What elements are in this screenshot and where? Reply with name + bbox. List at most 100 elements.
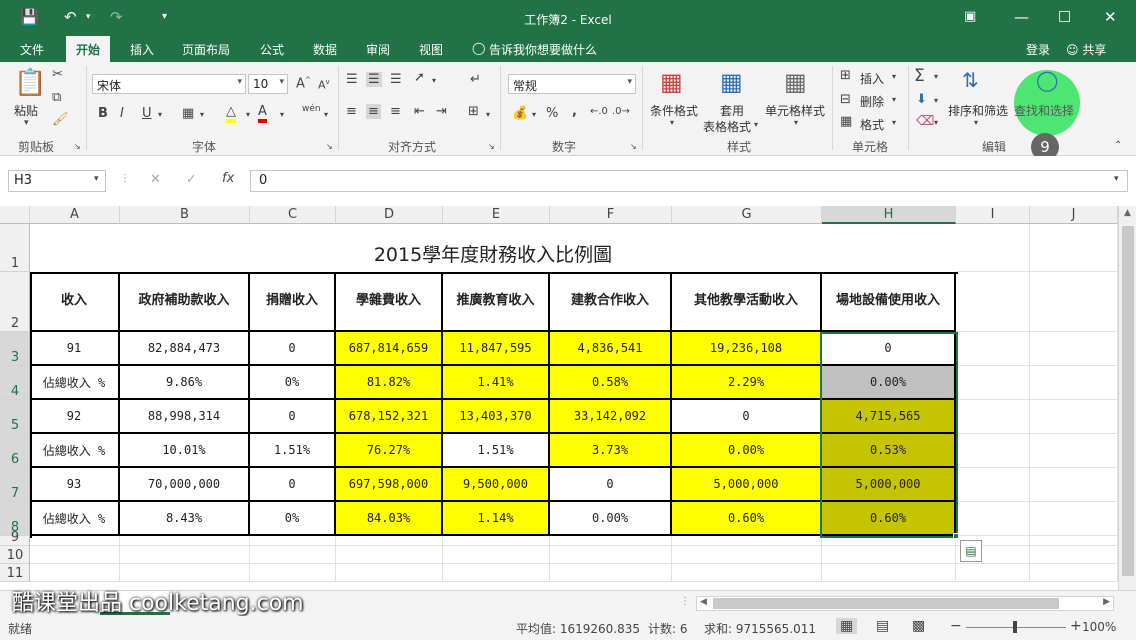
row-header-11[interactable]: 11 (0, 564, 30, 582)
format-cells-button[interactable]: 格式 (860, 116, 884, 133)
table-cell[interactable]: 0 (672, 400, 822, 434)
row-header-10[interactable]: 10 (0, 546, 30, 564)
row-header-1[interactable]: 1 (0, 224, 30, 272)
column-header-f[interactable]: F (550, 206, 672, 224)
grid-cell[interactable] (1030, 332, 1118, 366)
table-cell[interactable]: 1.51% (443, 434, 550, 468)
insert-cells-icon[interactable]: ⊞ (840, 68, 851, 83)
increase-indent-icon[interactable]: ⇥ (436, 104, 447, 119)
ribbon-display-icon[interactable]: ▣ (964, 9, 976, 24)
autosum-icon[interactable]: Σ (914, 66, 925, 86)
table-cell[interactable]: 91 (30, 332, 120, 366)
table-cell[interactable]: 82,884,473 (120, 332, 250, 366)
grid-cell[interactable] (956, 400, 1030, 434)
table-cell[interactable]: 0.60% (672, 502, 822, 536)
table-header-cell[interactable]: 捐贈收入 (250, 272, 336, 332)
table-cell[interactable]: 佔總收入 % (30, 366, 120, 400)
align-right-icon[interactable]: ≡ (390, 104, 401, 119)
format-cells-icon[interactable]: ▦ (840, 114, 852, 129)
table-cell[interactable]: 93 (30, 468, 120, 502)
vertical-scrollbar[interactable]: ▲ (1118, 206, 1136, 590)
table-cell[interactable]: 0 (250, 332, 336, 366)
grid-cell[interactable] (250, 564, 336, 582)
grid-cell[interactable] (956, 366, 1030, 400)
quick-analysis-icon[interactable]: ▤ (960, 540, 982, 562)
fill-dropdown-icon[interactable]: ▾ (246, 110, 250, 119)
grid-cell[interactable] (550, 564, 672, 582)
grid-cell[interactable] (443, 564, 550, 582)
grid-cell[interactable] (956, 564, 1030, 582)
close-icon[interactable]: ✕ (1104, 8, 1117, 26)
alignment-launcher-icon[interactable]: ↘ (488, 142, 495, 151)
column-header-a[interactable]: A (30, 206, 120, 224)
sort-filter-icon[interactable]: ⇅ (962, 68, 979, 92)
grid-cell[interactable] (956, 502, 1030, 536)
table-cell[interactable]: 84.03% (336, 502, 443, 536)
cell-style-dropdown-icon[interactable]: ▾ (794, 118, 798, 127)
cond-format-dropdown-icon[interactable]: ▾ (670, 118, 674, 127)
bold-button[interactable]: B (98, 106, 108, 121)
table-cell[interactable]: 19,236,108 (672, 332, 822, 366)
namebox-dropdown-icon[interactable]: ▾ (94, 174, 99, 184)
table-cell[interactable]: 92 (30, 400, 120, 434)
table-cell[interactable]: 70,000,000 (120, 468, 250, 502)
row-header-2[interactable]: 2 (0, 272, 30, 332)
merge-dropdown-icon[interactable]: ▾ (486, 110, 490, 119)
sort-filter-dropdown-icon[interactable]: ▾ (974, 118, 978, 127)
find-select-button[interactable]: 查找和选择 (1014, 102, 1074, 119)
sort-filter-button[interactable]: 排序和筛选 (948, 102, 1008, 119)
minimize-icon[interactable]: — (1014, 8, 1029, 26)
font-size-select[interactable]: 10 ▾ (248, 74, 288, 94)
zoom-in-icon[interactable]: + (1070, 618, 1082, 634)
fill-icon[interactable]: ⬇ (916, 92, 927, 107)
row-header-3[interactable]: 3 (0, 332, 30, 366)
grid-cell[interactable] (443, 536, 550, 546)
table-cell[interactable]: 0 (822, 332, 956, 366)
table-cell[interactable]: 9,500,000 (443, 468, 550, 502)
increase-decimal-icon[interactable]: ←.0 (590, 106, 608, 117)
table-cell[interactable]: 0.58% (550, 366, 672, 400)
table-cell[interactable]: 11,847,595 (443, 332, 550, 366)
grid-cell[interactable] (1030, 272, 1118, 332)
row-header-5[interactable]: 5 (0, 400, 30, 434)
grid-cell[interactable] (956, 468, 1030, 502)
vertical-scroll-thumb[interactable] (1122, 226, 1134, 576)
table-header-cell[interactable]: 政府補助款收入 (120, 272, 250, 332)
table-header-cell[interactable]: 推廣教育收入 (443, 272, 550, 332)
grid-cell[interactable] (30, 536, 120, 546)
horizontal-scrollbar[interactable]: ◀ ▶ (696, 596, 1114, 611)
grid-cell[interactable] (1030, 546, 1118, 564)
delete-dropdown-icon[interactable]: ▾ (892, 95, 896, 104)
decrease-font-icon[interactable]: Av (318, 78, 330, 92)
grid-cell[interactable] (672, 564, 822, 582)
paste-button[interactable]: 粘贴 (14, 102, 38, 119)
table-cell[interactable]: 697,598,000 (336, 468, 443, 502)
row-header-6[interactable]: 6 (0, 434, 30, 468)
table-cell[interactable]: 1.51% (250, 434, 336, 468)
conditional-format-button[interactable]: 条件格式 (650, 102, 698, 119)
font-launcher-icon[interactable]: ↘ (326, 142, 333, 151)
scroll-up-icon[interactable]: ▲ (1124, 208, 1131, 218)
login-link[interactable]: 登录 (1026, 41, 1050, 58)
table-cell[interactable]: 0 (250, 400, 336, 434)
table-cell[interactable]: 2.29% (672, 366, 822, 400)
column-header-j[interactable]: J (1030, 206, 1118, 224)
percent-button[interactable]: % (546, 106, 558, 121)
table-cell[interactable]: 88,998,314 (120, 400, 250, 434)
comma-button[interactable]: , (572, 104, 577, 119)
tell-me-box[interactable]: 告诉我你想要做什么 (489, 41, 597, 58)
delete-cells-button[interactable]: 删除 (860, 93, 884, 110)
maximize-icon[interactable]: □ (1058, 8, 1071, 24)
table-cell[interactable]: 4,715,565 (822, 400, 956, 434)
horizontal-scroll-thumb[interactable] (713, 598, 1059, 609)
select-all-corner[interactable] (0, 206, 30, 224)
grid-cell[interactable] (336, 564, 443, 582)
row-header-4[interactable]: 4 (0, 366, 30, 400)
grid-cell[interactable] (1030, 400, 1118, 434)
table-cell[interactable]: 8.43% (120, 502, 250, 536)
column-header-c[interactable]: C (250, 206, 336, 224)
sheet-separator-icon[interactable]: ⋮ (680, 596, 690, 607)
table-cell[interactable]: 10.01% (120, 434, 250, 468)
fill-handle[interactable] (953, 533, 959, 539)
grid-cell[interactable] (956, 332, 1030, 366)
